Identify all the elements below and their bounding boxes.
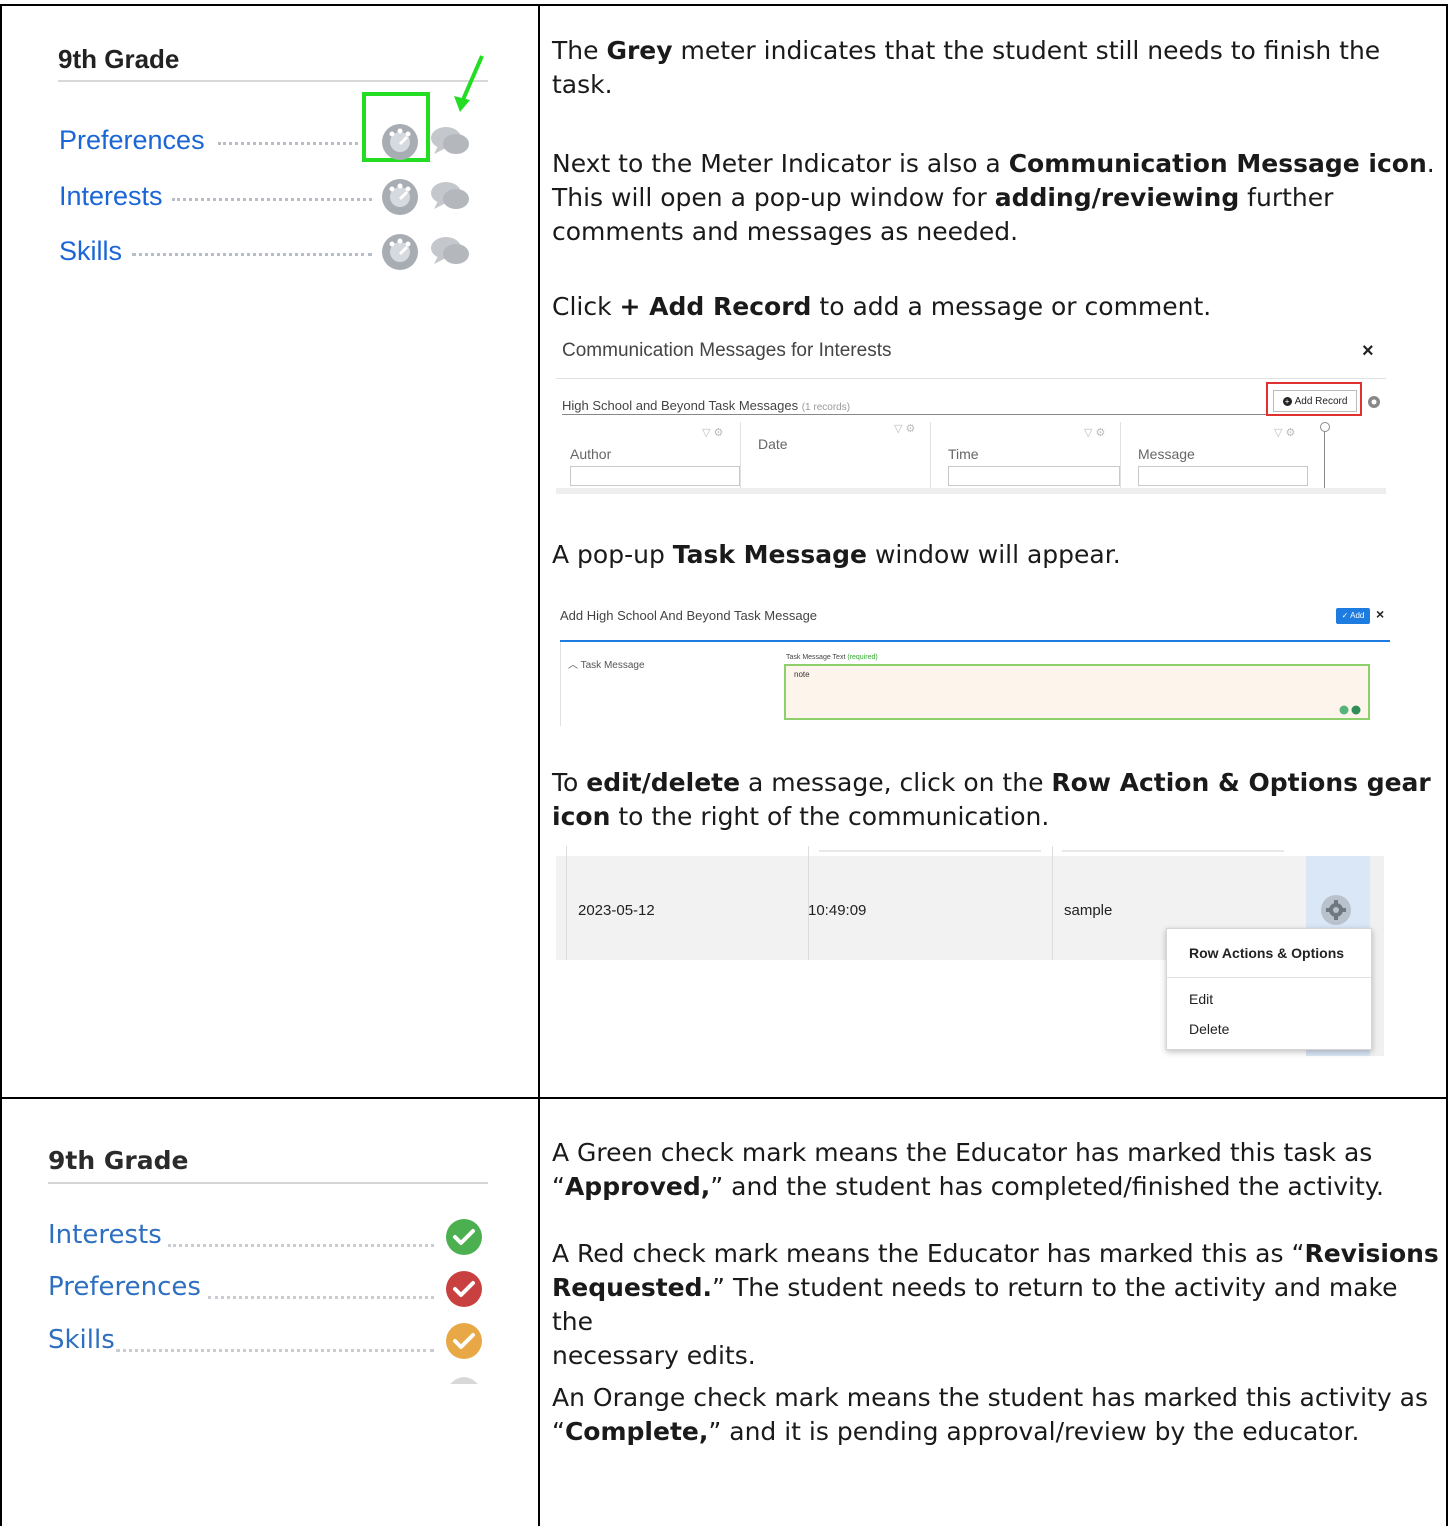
paragraph-grey-meter: The Grey meter indicates that the studen…	[552, 36, 1381, 99]
document-table: 9th Grade Preferences Interests Skills T…	[0, 0, 1452, 1526]
field-label: Task Message Text (required)	[786, 654, 878, 661]
table-border-right	[1446, 4, 1448, 1526]
section-underline	[562, 414, 1358, 415]
column-message: Message ▽ ⚙	[1130, 422, 1310, 488]
panel-edge	[560, 642, 561, 726]
resize-handle[interactable]	[1324, 426, 1325, 490]
paragraph-task-message: A pop-up Task Message window will appear…	[552, 540, 1121, 569]
meter-icon[interactable]	[380, 177, 480, 217]
row-actions-window: 2023-05-12 10:49:09 sample Row Actions &…	[556, 846, 1384, 1058]
check-circle-icon	[446, 1271, 482, 1307]
window-title: Communication Messages for Interests	[562, 340, 892, 361]
emoji-icon[interactable]	[1338, 704, 1364, 716]
paragraph-orange-check: An Orange check mark means the student h…	[552, 1383, 1428, 1446]
col-border	[566, 846, 567, 960]
leader-dots	[132, 253, 372, 256]
resize-knob[interactable]	[1320, 422, 1330, 432]
task-link-interests[interactable]: Interests	[48, 1220, 162, 1250]
grade-divider	[58, 80, 488, 82]
filter-icon[interactable]: ▽ ⚙	[702, 426, 723, 439]
check-circle-icon	[446, 1323, 482, 1359]
row-actions-menu: Row Actions & Options Edit Delete	[1166, 928, 1372, 1050]
task-link-preferences[interactable]: Preferences	[48, 1272, 201, 1302]
chevron-up-icon: ︿	[568, 660, 578, 671]
author-filter-input[interactable]	[570, 466, 740, 486]
grade-title: 9th Grade	[58, 44, 180, 74]
scroll-strip	[1370, 856, 1384, 1056]
divider	[556, 378, 1386, 379]
communication-messages-window: Communication Messages for Interests × H…	[556, 330, 1386, 495]
row1-left-panel: 9th Grade	[58, 44, 179, 75]
leader-dots	[218, 142, 358, 145]
filter-icon[interactable]: ▽ ⚙	[1084, 426, 1105, 439]
grade-divider	[48, 1182, 488, 1184]
section-label[interactable]: ︿ Task Message	[568, 656, 645, 671]
table-footer-bar	[556, 488, 1386, 494]
menu-item-delete[interactable]: Delete	[1189, 1021, 1229, 1037]
row-date: 2023-05-12	[578, 902, 655, 919]
paragraph-green-check: A Green check mark means the Educator ha…	[552, 1138, 1384, 1201]
menu-divider	[1167, 977, 1371, 978]
leader-dots	[116, 1349, 434, 1352]
task-link-skills[interactable]: Skills	[59, 236, 122, 267]
header-stub	[819, 850, 1041, 852]
table-border-left	[0, 4, 2, 1526]
leader-dots	[208, 1296, 434, 1299]
message-filter-input[interactable]	[1138, 466, 1308, 486]
section-title: High School and Beyond Task Messages (1 …	[562, 398, 851, 413]
task-link-skills[interactable]: Skills	[48, 1325, 115, 1355]
column-time: Time ▽ ⚙	[940, 422, 1121, 488]
row-message: sample	[1064, 902, 1113, 919]
grade-title: 9th Grade	[48, 1146, 189, 1175]
paragraph-communication-icon: Next to the Meter Indicator is also a Co…	[552, 149, 1435, 246]
header-underline	[560, 640, 1390, 642]
arrow-icon	[454, 55, 484, 112]
partial-icon	[450, 1377, 478, 1384]
gear-icon[interactable]	[1366, 394, 1382, 410]
paragraph-edit-delete: To edit/delete a message, click on the R…	[552, 768, 1431, 831]
close-icon[interactable]: ×	[1376, 606, 1384, 622]
header-stub	[1062, 850, 1284, 852]
filter-icon[interactable]: ▽ ⚙	[894, 422, 915, 435]
filter-icon[interactable]: ▽ ⚙	[1274, 426, 1295, 439]
task-message-textarea[interactable]: note	[784, 664, 1370, 720]
row-time: 10:49:09	[808, 902, 867, 919]
time-filter-input[interactable]	[948, 466, 1120, 486]
window-title: Add High School And Beyond Task Message	[560, 608, 818, 623]
menu-item-edit[interactable]: Edit	[1189, 991, 1213, 1007]
plus-circle-icon: +	[1282, 396, 1292, 406]
table-divider-horizontal	[0, 1097, 1448, 1099]
add-record-button[interactable]: + Add Record	[1273, 390, 1357, 412]
paragraph-add-record: Click + Add Record to add a message or c…	[552, 292, 1212, 321]
gear-icon[interactable]	[1320, 894, 1352, 926]
task-message-window: Add High School And Beyond Task Message …	[560, 598, 1390, 728]
col-border	[1052, 846, 1053, 960]
table-divider-vertical	[538, 4, 540, 1526]
task-link-preferences[interactable]: Preferences	[59, 125, 205, 156]
paragraph-red-check: A Red check mark means the Educator has …	[552, 1239, 1439, 1370]
add-button[interactable]: ✓ Add	[1336, 608, 1370, 624]
table-border-top	[0, 4, 1448, 6]
leader-dots	[168, 1244, 434, 1247]
column-author: Author ▽ ⚙	[562, 422, 741, 488]
menu-title: Row Actions & Options	[1189, 945, 1345, 961]
meter-icon[interactable]	[380, 232, 480, 272]
meter-icon[interactable]	[380, 122, 480, 162]
check-circle-icon	[446, 1219, 482, 1255]
close-icon[interactable]: ×	[1362, 340, 1374, 363]
column-date: Date ▽ ⚙	[750, 422, 931, 488]
leader-dots	[172, 198, 372, 201]
task-link-interests[interactable]: Interests	[59, 181, 163, 212]
